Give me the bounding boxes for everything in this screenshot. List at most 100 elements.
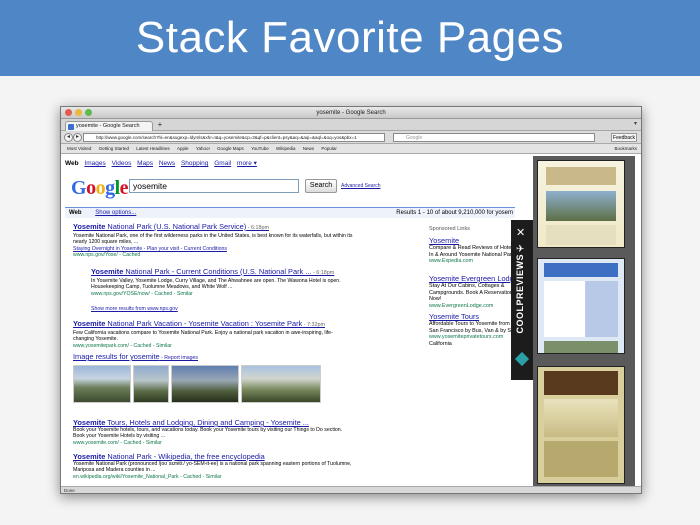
nav-more[interactable]: more ▾ [237, 160, 257, 167]
web-label: Web [69, 210, 82, 216]
url-text: http://www.google.com/search?hl=en&sugex… [96, 135, 357, 140]
ad-title[interactable]: Yosemite [429, 236, 519, 245]
ad-item: Yosemite Tours Affordable Tours to Yosem… [429, 312, 519, 347]
image-thumbnail[interactable] [133, 365, 169, 403]
coolpreviews-brand: COOLPREVIEWS [515, 254, 525, 334]
nav-web[interactable]: Web [65, 160, 79, 167]
result-url[interactable]: www.nps.gov/Yose/ - Cached [73, 252, 353, 258]
result-item: Yosemite National Park Vacation - Yosemi… [73, 319, 353, 349]
results-bar: Web Show options... Results 1 - 10 of ab… [65, 207, 515, 218]
result-snippet: Few California vacations compare to Yose… [73, 330, 333, 343]
result-title[interactable]: Yosemite National Park (U.S. National Pa… [73, 222, 353, 233]
bookmarks-menu[interactable]: Bookmarks [614, 144, 637, 154]
bookmark-item[interactable]: Apple [177, 144, 189, 154]
preview-stack [533, 156, 635, 488]
result-url[interactable]: www.yosemite.com/ - Cached - Similar [73, 440, 353, 446]
google-search-input[interactable]: yosemite [129, 179, 299, 193]
results-summary: Results 1 - 10 of about 9,210,000 for yo… [396, 210, 513, 216]
result-title[interactable]: Yosemite Tours, Hotels and Lodging, Dini… [73, 418, 353, 427]
result-snippet: Yosemite National Park, one of the first… [73, 233, 353, 246]
close-window-button[interactable] [65, 109, 72, 116]
ad-title[interactable]: Yosemite Tours [429, 312, 519, 321]
ad-text: Stay At Our Cabins, Cottages & Campgroun… [429, 283, 513, 302]
ad-url[interactable]: www.Expedia.com [429, 258, 519, 265]
feedback-button[interactable]: Feedback [611, 133, 637, 142]
result-item: Yosemite National Park (U.S. National Pa… [73, 222, 353, 258]
result-item: Yosemite National Park - Current Conditi… [91, 267, 361, 297]
card-header [546, 167, 616, 185]
coolpreviews-panel: ✕ ✈ COOLPREVIEWS [511, 220, 533, 380]
card-body [546, 225, 616, 245]
stacked-page-card[interactable] [537, 366, 625, 484]
report-images-link[interactable]: - Report images [160, 355, 198, 361]
result-url[interactable]: www.nps.gov/YOSE/now/ - Cached - Similar [91, 291, 361, 297]
bookmark-item[interactable]: Most Visited [67, 144, 91, 154]
coolpreviews-logo-icon [514, 351, 530, 367]
bookmark-item[interactable]: Latest Headlines [136, 144, 170, 154]
result-url[interactable]: en.wikipedia.org/wiki/Yosemite_National_… [73, 474, 353, 480]
banner-title: Stack Favorite Pages [135, 13, 565, 62]
result-item: Yosemite Tours, Hotels and Lodging, Dini… [73, 418, 353, 446]
browser-tab[interactable]: yosemite - Google Search [65, 121, 153, 131]
advanced-search-link[interactable]: Advanced Search [341, 183, 380, 189]
close-icon[interactable]: ✕ [516, 226, 525, 239]
google-favicon-icon [68, 124, 74, 130]
ad-text: Affordable Tours to Yosemite from San Fr… [429, 321, 519, 334]
nav-shopping[interactable]: Shopping [181, 160, 208, 167]
image-thumbnail[interactable] [73, 365, 131, 403]
ad-text: Compare & Read Reviews of Hotels In & Ar… [429, 245, 516, 258]
bookmark-item[interactable]: News [303, 144, 314, 154]
result-title[interactable]: Yosemite National Park - Current Conditi… [91, 267, 361, 278]
more-results-link[interactable]: Show more results from www.nps.gov [91, 306, 178, 312]
stacked-page-card[interactable] [537, 258, 625, 354]
card-body [544, 399, 618, 437]
bookmarks-bar: Most Visited Getting Started Latest Head… [61, 144, 641, 154]
result-url[interactable]: www.yosemitepark.com/ - Cached - Similar [73, 343, 353, 349]
bookmark-item[interactable]: Popular [321, 144, 337, 154]
back-button[interactable]: ◂ [64, 133, 73, 142]
show-options-link[interactable]: Show options... [95, 210, 136, 216]
google-logo[interactable]: Google [71, 177, 129, 200]
status-text: Done [64, 488, 75, 493]
card-header [544, 371, 618, 395]
image-thumbnail[interactable] [241, 365, 321, 403]
bookmark-item[interactable]: Yahoo! [196, 144, 210, 154]
nav-news[interactable]: News [159, 160, 175, 167]
status-bar: Done [61, 486, 641, 493]
bookmark-item[interactable]: Getting Started [99, 144, 129, 154]
query-text: yosemite [133, 181, 168, 191]
tab-title: yosemite - Google Search [76, 123, 140, 129]
zoom-window-button[interactable] [85, 109, 92, 116]
image-results-header: Image results for yosemite - Report imag… [73, 352, 198, 361]
bookmark-item[interactable]: Google Maps [217, 144, 244, 154]
address-bar[interactable]: http://www.google.com/search?hl=en&sugex… [83, 133, 385, 142]
bookmark-item[interactable]: YouTube [251, 144, 269, 154]
ad-extra: California [429, 340, 452, 347]
nav-maps[interactable]: Maps [137, 160, 153, 167]
stacked-page-card[interactable] [537, 160, 625, 248]
result-title[interactable]: Yosemite National Park Vacation - Yosemi… [73, 319, 353, 330]
nav-images[interactable]: Images [84, 160, 105, 167]
image-results-link[interactable]: Image results for yosemite [73, 352, 160, 361]
google-top-nav: Web Images Videos Maps News Shopping Gma… [65, 159, 261, 167]
ad-title[interactable]: Yosemite Evergreen Lodge [429, 274, 519, 283]
google-search-button[interactable]: Search [305, 179, 337, 193]
result-title[interactable]: Yosemite National Park - Wikipedia, the … [73, 452, 353, 461]
nav-videos[interactable]: Videos [112, 160, 132, 167]
new-tab-button[interactable]: + [155, 121, 165, 130]
ad-item: Yosemite Compare & Read Reviews of Hotel… [429, 236, 519, 265]
nav-gmail[interactable]: Gmail [214, 160, 231, 167]
search-box[interactable]: Google [393, 133, 595, 142]
ad-item: Yosemite Evergreen Lodge Stay At Our Cab… [429, 274, 519, 309]
bookmark-item[interactable]: Wikipedia [276, 144, 296, 154]
minimize-window-button[interactable] [75, 109, 82, 116]
ad-url[interactable]: www.EvergreenLodge.com [429, 303, 519, 310]
result-snippet: In Yosemite Valley, Yosemite Lodge, Curr… [91, 278, 341, 291]
feedback-label: Feedback [613, 135, 635, 141]
forward-button[interactable]: ▸ [73, 133, 82, 142]
tab-list-icon[interactable]: ▾ [634, 120, 637, 127]
result-snippet: Yosemite National Park (pronounced /joʊˈ… [73, 461, 352, 474]
image-thumbnail[interactable] [171, 365, 239, 403]
browser-window: yosemite - Google Search yosemite - Goog… [60, 106, 642, 494]
card-body [544, 281, 618, 337]
